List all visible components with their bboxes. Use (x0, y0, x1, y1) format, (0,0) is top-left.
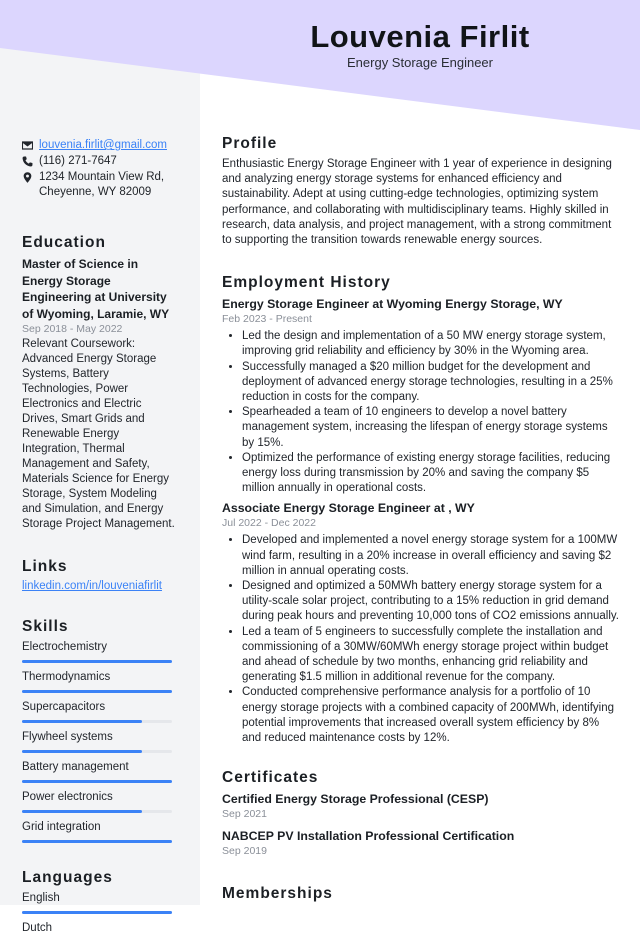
contact-email: louvenia.firlit@gmail.com (22, 138, 176, 153)
address-line-2: Cheyenne, WY 82009 (39, 186, 152, 198)
certificate-title: NABCEP PV Installation Professional Cert… (222, 829, 515, 844)
employment-section: Employment History Energy Storage Engine… (222, 274, 620, 746)
language-item: Dutch (22, 921, 176, 936)
job-role: Energy Storage Engineer (347, 55, 493, 70)
skill-item: Electrochemistry (22, 640, 176, 663)
skill-level-bar (22, 810, 172, 813)
language-label: English (22, 892, 60, 904)
profile-section: Profile Enthusiastic Energy Storage Engi… (222, 135, 620, 248)
profile-text: Enthusiastic Energy Storage Engineer wit… (222, 158, 612, 247)
skill-item: Power electronics (22, 790, 176, 813)
skill-label: Battery management (22, 761, 129, 773)
map-pin-icon (22, 170, 39, 183)
main-content: Profile Enthusiastic Energy Storage Engi… (222, 135, 620, 907)
skill-label: Thermodynamics (22, 671, 111, 683)
job-entry: Associate Energy Storage Engineer at , W… (222, 500, 620, 746)
skill-label: Power electronics (22, 791, 113, 803)
job-bullet: Conducted comprehensive performance anal… (242, 685, 620, 746)
skill-label: Flywheel systems (22, 731, 113, 743)
contact-section: louvenia.firlit@gmail.com (116) 271-7647… (22, 138, 176, 200)
skill-item: Flywheel systems (22, 730, 176, 753)
languages-section: Languages English Dutch (22, 869, 176, 936)
email-link[interactable]: louvenia.firlit@gmail.com (39, 138, 167, 153)
skill-level-bar (22, 780, 172, 783)
certificates-heading: Certificates (222, 769, 319, 787)
skill-level-fill (22, 660, 172, 663)
education-dates: Sep 2018 - May 2022 (22, 323, 123, 335)
skill-item: Battery management (22, 760, 176, 783)
skill-level-fill (22, 780, 172, 783)
language-level-bar (22, 911, 172, 914)
linkedin-link[interactable]: linkedin.com/in/louveniafirlit (22, 580, 162, 592)
job-dates: Jul 2022 - Dec 2022 (222, 517, 316, 530)
profile-heading: Profile (222, 135, 278, 152)
contact-address: 1234 Mountain View Rd, Cheyenne, WY 8200… (22, 170, 176, 200)
job-bullet: Designed and optimized a 50MWh battery e… (242, 579, 620, 625)
education-heading: Education (22, 234, 106, 251)
certificate-date: Sep 2019 (222, 845, 267, 858)
skill-level-bar (22, 840, 172, 843)
skill-label: Grid integration (22, 821, 101, 833)
language-label: Dutch (22, 922, 53, 934)
certificate-item: NABCEP PV Installation Professional Cert… (222, 828, 620, 859)
skills-heading: Skills (22, 618, 69, 635)
job-entry: Energy Storage Engineer at Wyoming Energ… (222, 296, 620, 496)
education-degree: Master of Science in Energy Storage Engi… (22, 257, 170, 321)
language-item: English (22, 891, 176, 914)
header: Louvenia Firlit Energy Storage Engineer (200, 18, 640, 70)
skill-level-bar (22, 660, 172, 663)
job-title: Associate Energy Storage Engineer at , W… (222, 501, 475, 516)
skill-label: Supercapacitors (22, 701, 106, 713)
skill-item: Thermodynamics (22, 670, 176, 693)
certificates-section: Certificates Certified Energy Storage Pr… (222, 769, 620, 859)
job-bullet: Spearheaded a team of 10 engineers to de… (242, 405, 620, 451)
phone-icon (22, 154, 39, 167)
skills-list: Electrochemistry Thermodynamics Supercapac… (22, 640, 176, 843)
job-bullet: Developed and implemented a novel energy… (242, 533, 620, 579)
skill-level-fill (22, 720, 142, 723)
job-bullets: Led the design and implementation of a 5… (222, 329, 620, 496)
certificate-date: Sep 2021 (222, 808, 267, 821)
links-section: Links linkedin.com/in/louveniafirlit (22, 558, 176, 592)
address: 1234 Mountain View Rd, Cheyenne, WY 8200… (39, 170, 164, 200)
job-title: Energy Storage Engineer at Wyoming Energ… (222, 297, 563, 312)
skill-level-bar (22, 720, 172, 723)
address-line-1: 1234 Mountain View Rd, (39, 171, 165, 183)
certificate-item: Certified Energy Storage Professional (C… (222, 791, 620, 822)
job-bullet: Led a team of 5 engineers to successfull… (242, 625, 620, 686)
skill-label: Electrochemistry (22, 641, 107, 653)
skill-level-fill (22, 810, 142, 813)
certificates-list: Certified Energy Storage Professional (C… (222, 791, 620, 859)
sidebar: louvenia.firlit@gmail.com (116) 271-7647… (22, 138, 176, 943)
memberships-heading: Memberships (222, 885, 333, 903)
skill-level-fill (22, 750, 142, 753)
job-bullet: Successfully managed a $20 million budge… (242, 360, 620, 406)
job-bullets: Developed and implemented a novel energy… (222, 533, 620, 746)
skill-level-bar (22, 690, 172, 693)
language-level-fill (22, 911, 172, 914)
job-dates: Feb 2023 - Present (222, 313, 312, 326)
education-section: Education Master of Science in Energy St… (22, 234, 176, 532)
candidate-name: Louvenia Firlit (310, 19, 530, 54)
job-bullet: Optimized the performance of existing en… (242, 451, 620, 497)
languages-heading: Languages (22, 869, 113, 886)
contact-phone: (116) 271-7647 (22, 154, 176, 169)
skill-level-bar (22, 750, 172, 753)
skill-item: Grid integration (22, 820, 176, 843)
memberships-section: Memberships (222, 885, 620, 903)
education-description: Relevant Coursework: Advanced Energy Sto… (22, 338, 175, 530)
links-heading: Links (22, 558, 68, 575)
phone-number: (116) 271-7647 (39, 155, 117, 167)
languages-list: English Dutch (22, 891, 176, 936)
skill-level-fill (22, 840, 172, 843)
jobs-list: Energy Storage Engineer at Wyoming Energ… (222, 296, 620, 746)
skills-section: Skills Electrochemistry Thermodynamics Sup… (22, 618, 176, 843)
job-bullet: Led the design and implementation of a 5… (242, 329, 620, 359)
certificate-title: Certified Energy Storage Professional (C… (222, 792, 489, 807)
skill-level-fill (22, 690, 172, 693)
employment-heading: Employment History (222, 274, 391, 292)
envelope-icon (22, 138, 39, 151)
skill-item: Supercapacitors (22, 700, 176, 723)
